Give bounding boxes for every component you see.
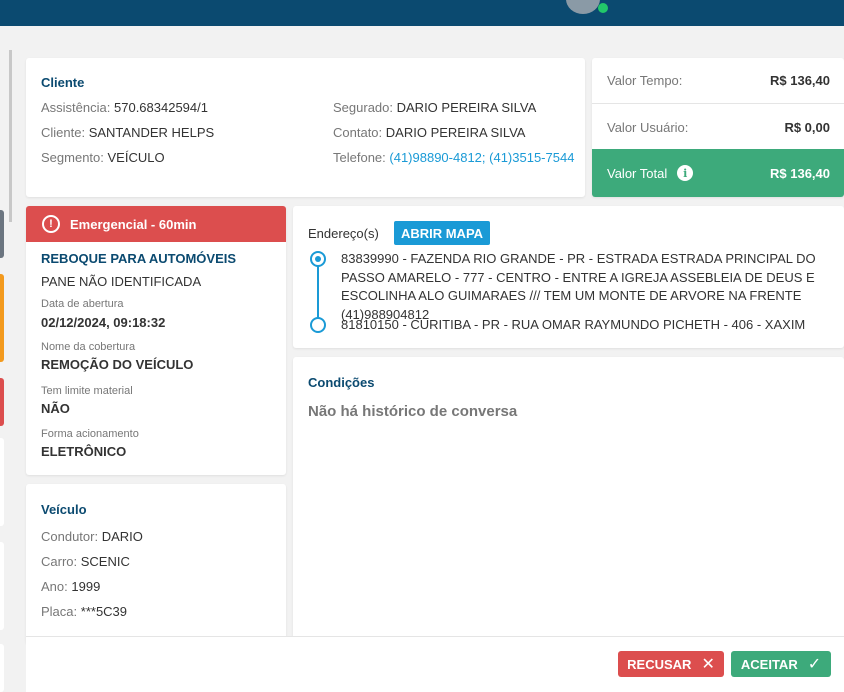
online-status-dot — [598, 3, 608, 13]
service-card: ! Emergencial - 60min REBOQUE PARA AUTOM… — [26, 206, 286, 475]
brand-logo — [566, 0, 600, 14]
telefone-link[interactable]: (41)98890-4812; (41)3515-7544 — [389, 150, 574, 165]
top-header — [0, 0, 844, 26]
side-divider — [9, 50, 12, 222]
segurado-field: Segurado: DARIO PEREIRA SILVA — [333, 100, 537, 115]
side-tab-white-1[interactable] — [0, 438, 4, 526]
valor-tempo-row: Valor Tempo: R$ 136,40 — [592, 58, 844, 104]
assistencia-field: Assistência: 570.68342594/1 — [41, 100, 208, 115]
valor-total-row: Valor Total i R$ 136,40 — [592, 149, 844, 197]
side-tab-red[interactable] — [0, 378, 4, 426]
valor-usuario-row: Valor Usuário: R$ 0,00 — [607, 119, 830, 135]
side-tab-white-2[interactable] — [0, 542, 4, 630]
side-tab-orange[interactable] — [0, 274, 4, 362]
left-side-strip — [0, 26, 12, 692]
side-tab-gray[interactable] — [0, 210, 4, 258]
client-card: Cliente Assistência: 570.68342594/1 Clie… — [26, 58, 585, 197]
material-value: NÃO — [41, 401, 70, 416]
address-label: Endereço(s) — [308, 226, 379, 241]
placa-field: Placa: ***5C39 — [41, 604, 128, 619]
accept-button[interactable]: ACEITAR ✓ — [731, 651, 831, 677]
conditions-card: Condições Não há histórico de conversa — [293, 357, 844, 647]
condutor-field: Condutor: DARIO — [41, 529, 143, 544]
material-label: Tem limite material — [41, 385, 133, 397]
origin-marker-icon — [310, 251, 326, 267]
destination-marker-icon — [310, 317, 326, 333]
info-icon[interactable]: i — [677, 165, 694, 181]
client-title: Cliente — [41, 75, 85, 90]
opened-label: Data de abertura — [41, 298, 124, 310]
address-card: Endereço(s) ABRIR MAPA 83839990 - FAZEND… — [293, 206, 844, 348]
opened-value: 02/12/2024, 09:18:32 — [41, 315, 166, 330]
contato-field: Contato: DARIO PEREIRA SILVA — [333, 125, 526, 140]
action-footer: RECUSAR ✕ ACEITAR ✓ — [26, 636, 844, 692]
refuse-button[interactable]: RECUSAR ✕ — [618, 651, 724, 677]
service-title: REBOQUE PARA AUTOMÓVEIS — [41, 251, 237, 266]
vehicle-card: Veículo Condutor: DARIO Carro: SCENIC An… — [26, 484, 286, 644]
ano-field: Ano: 1999 — [41, 579, 101, 594]
origin-address: 83839990 - FAZENDA RIO GRANDE - PR - EST… — [341, 251, 816, 322]
trigger-label: Forma acionamento — [41, 428, 139, 440]
side-tab-white-3[interactable] — [0, 644, 4, 692]
telefone-field: Telefone: (41)98890-4812; (41)3515-7544 — [333, 150, 575, 165]
service-problem: PANE NÃO IDENTIFICADA — [41, 274, 202, 289]
check-icon: ✓ — [807, 656, 822, 673]
vehicle-title: Veículo — [41, 502, 87, 517]
close-icon: ✕ — [701, 656, 715, 673]
alert-icon: ! — [42, 215, 60, 233]
priority-banner: ! Emergencial - 60min — [26, 206, 286, 242]
cliente-field: Cliente: SANTANDER HELPS — [41, 125, 215, 140]
conditions-empty-message: Não há histórico de conversa — [308, 403, 518, 420]
open-map-button[interactable]: ABRIR MAPA — [394, 221, 490, 245]
trigger-value: ELETRÔNICO — [41, 444, 127, 459]
route-line — [317, 261, 319, 323]
destination-address: 81810150 - CURITIBA - PR - RUA OMAR RAYM… — [341, 317, 806, 332]
coverage-label: Nome da cobertura — [41, 341, 136, 353]
values-card: Valor Tempo: R$ 136,40 Valor Usuário: R$… — [592, 58, 844, 197]
coverage-value: REMOÇÃO DO VEÍCULO — [41, 357, 194, 372]
carro-field: Carro: SCENIC — [41, 554, 130, 569]
segmento-field: Segmento: VEÍCULO — [41, 150, 165, 165]
conditions-title: Condições — [308, 375, 375, 390]
